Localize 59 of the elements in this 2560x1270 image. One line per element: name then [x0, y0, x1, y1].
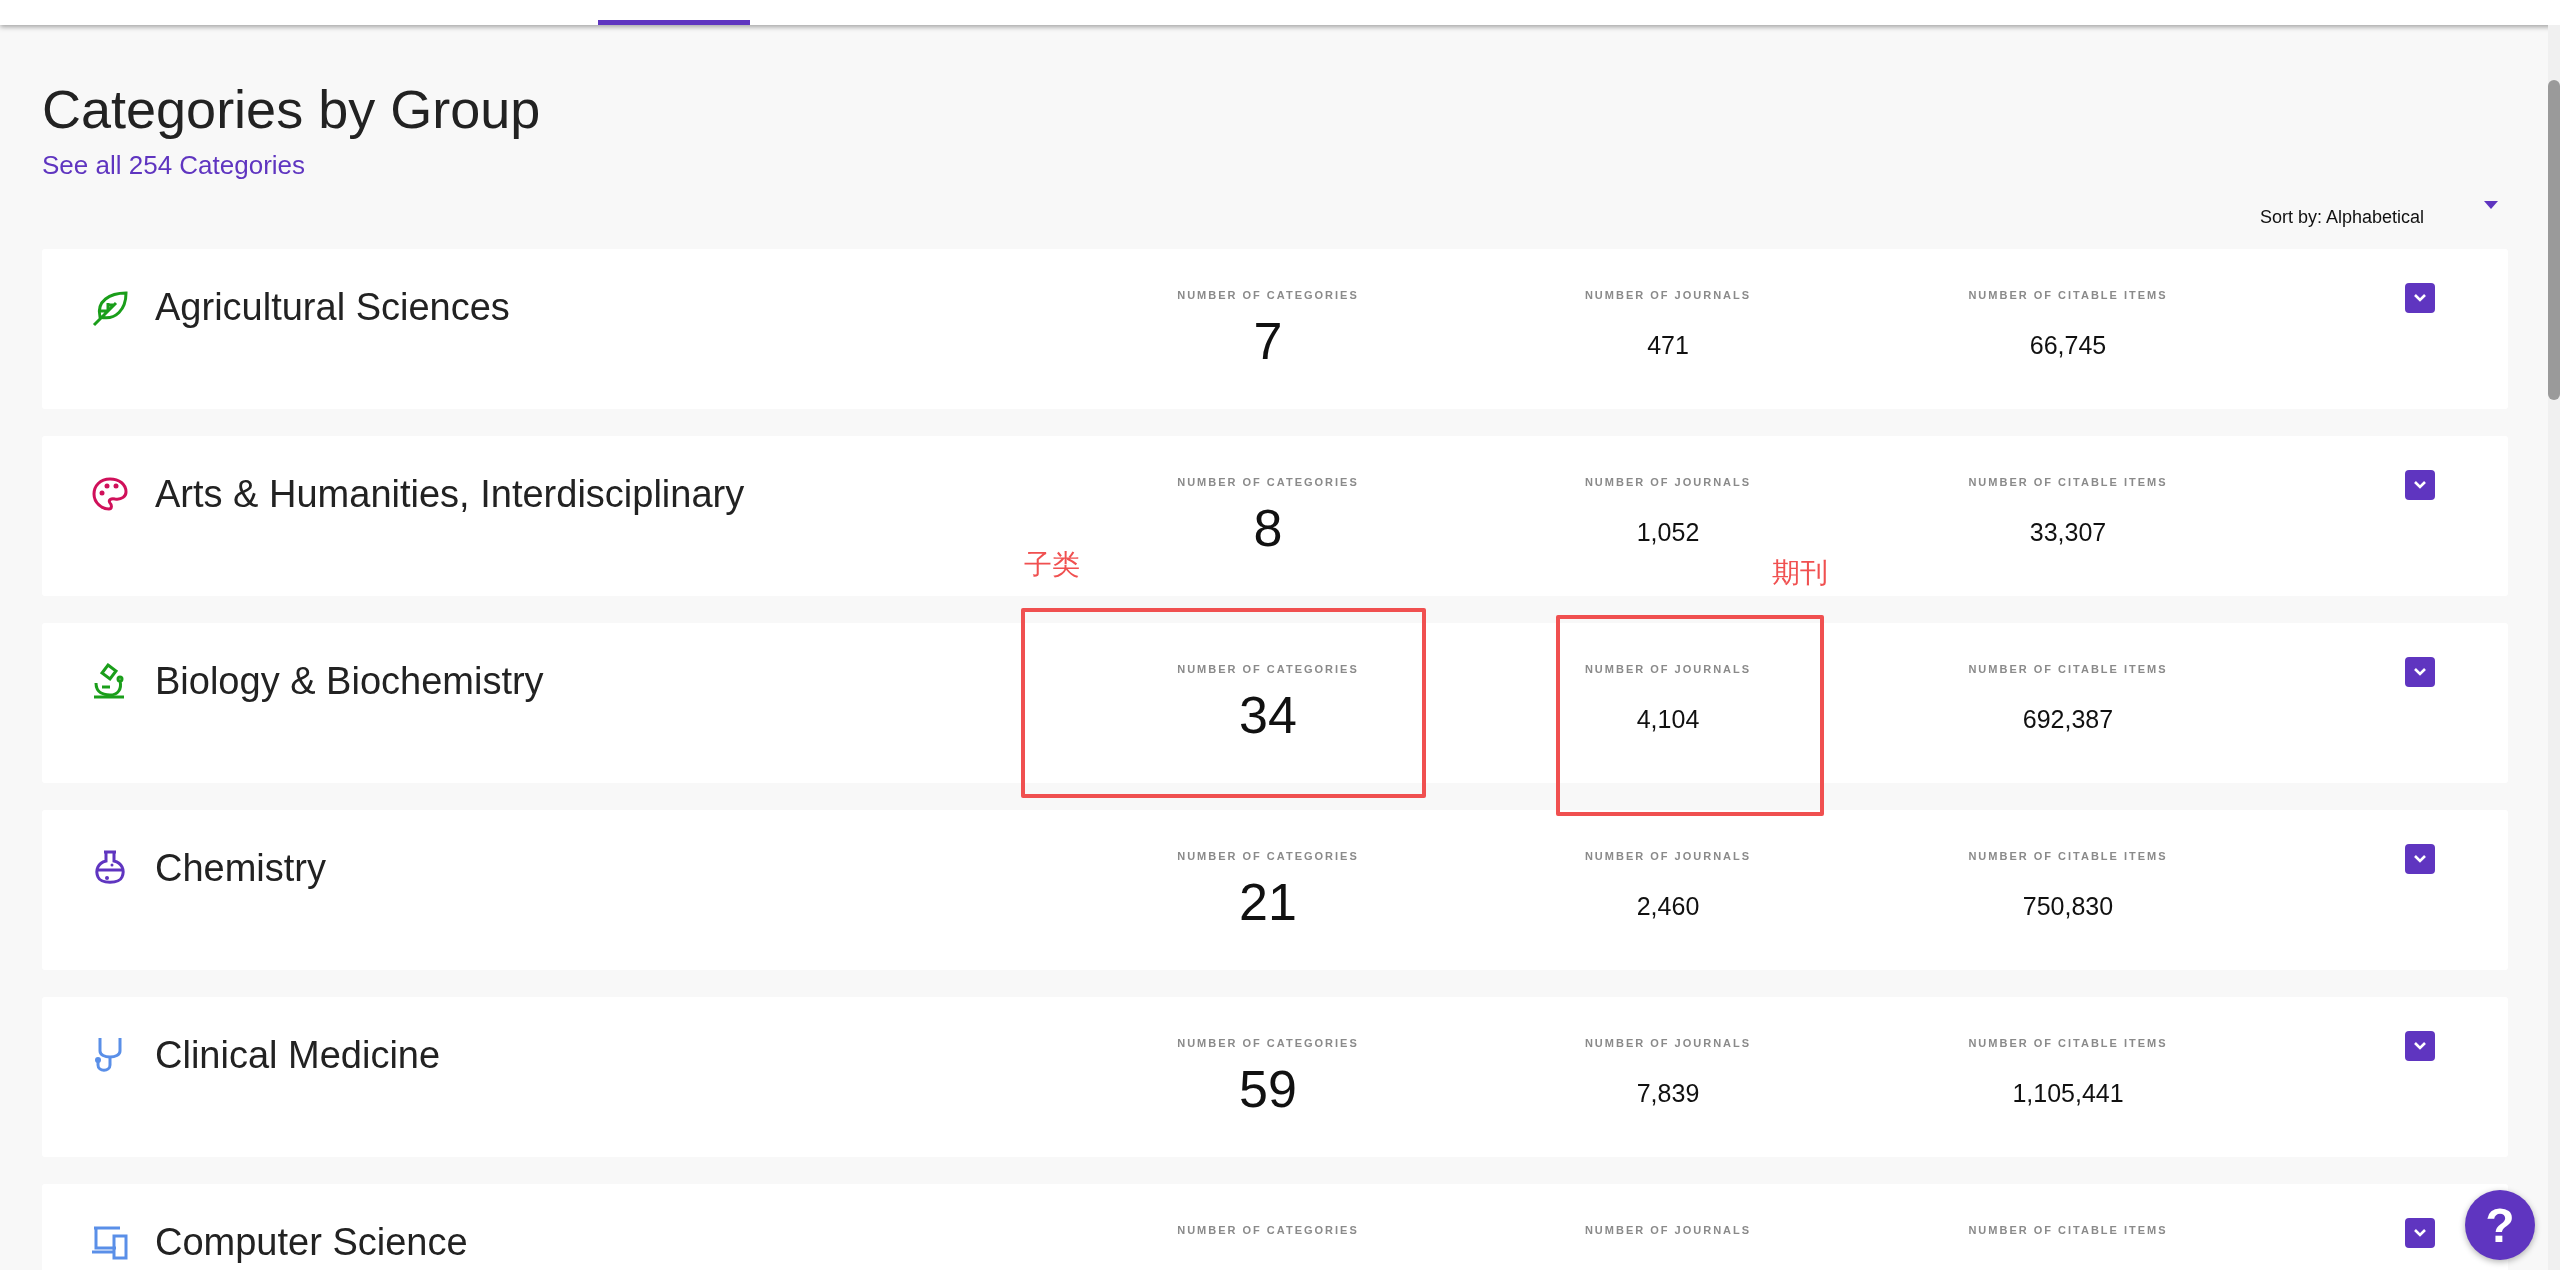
stat-label: NUMBER OF JOURNALS	[1584, 1037, 1752, 1049]
stat-label: NUMBER OF CITABLE ITEMS	[1968, 1224, 2168, 1236]
category-count: 8	[1253, 498, 1283, 558]
expand-button[interactable]	[2405, 1031, 2435, 1061]
stat-label: NUMBER OF JOURNALS	[1584, 289, 1752, 301]
expand-button[interactable]	[2405, 1218, 2435, 1248]
stat-label: NUMBER OF CATEGORIES	[1177, 850, 1359, 862]
stat-label: NUMBER OF CITABLE ITEMS	[1968, 1037, 2168, 1049]
group-name[interactable]: Biology & Biochemistry	[155, 662, 544, 700]
category-count: 21	[1239, 872, 1297, 932]
stat-label: NUMBER OF CATEGORIES	[1177, 289, 1359, 301]
journal-count: 4,104	[1636, 705, 1700, 734]
scrollbar[interactable]	[2548, 25, 2560, 1270]
category-count: 7	[1253, 311, 1283, 371]
citable-count: 1,105,441	[2012, 1079, 2124, 1108]
expand-button[interactable]	[2405, 470, 2435, 500]
citable-count: 750,830	[2022, 892, 2114, 921]
page-title: Categories by Group	[42, 78, 541, 141]
group-name[interactable]: Agricultural Sciences	[155, 288, 510, 326]
chevron-down-icon	[2413, 854, 2427, 864]
stat-label: NUMBER OF CITABLE ITEMS	[1968, 289, 2168, 301]
stat-label: NUMBER OF JOURNALS	[1584, 476, 1752, 488]
scroll-thumb[interactable]	[2548, 80, 2560, 400]
annotation-label: 期刊	[1772, 556, 1828, 590]
category-count: 59	[1239, 1059, 1297, 1119]
annotation-label: 子类	[1024, 548, 1080, 582]
see-all-link[interactable]: See all 254 Categories	[42, 149, 306, 181]
chevron-down-icon	[2413, 667, 2427, 677]
journal-count: 7,839	[1636, 1079, 1700, 1108]
stat-label: NUMBER OF CATEGORIES	[1177, 1037, 1359, 1049]
group-name[interactable]: Arts & Humanities, Interdisciplinary	[155, 475, 745, 513]
stat-label: NUMBER OF JOURNALS	[1584, 1224, 1752, 1236]
expand-button[interactable]	[2405, 283, 2435, 313]
chevron-down-icon	[2413, 1041, 2427, 1051]
citable-count: 33,307	[2029, 518, 2107, 547]
journal-count: 471	[1647, 331, 1689, 360]
stat-label: NUMBER OF CATEGORIES	[1177, 476, 1359, 488]
category-count: 34	[1239, 685, 1297, 745]
stat-label: NUMBER OF JOURNALS	[1584, 850, 1752, 862]
journal-count: 2,460	[1636, 892, 1700, 921]
sort-dropdown[interactable]: Sort by: Alphabetical	[2259, 207, 2424, 228]
stat-label: NUMBER OF JOURNALS	[1584, 663, 1752, 675]
group-name[interactable]: Computer Science	[155, 1223, 468, 1261]
citable-count: 692,387	[2022, 705, 2114, 734]
stat-label: NUMBER OF CITABLE ITEMS	[1968, 663, 2168, 675]
stat-label: NUMBER OF CITABLE ITEMS	[1968, 476, 2168, 488]
expand-button[interactable]	[2405, 657, 2435, 687]
stat-label: NUMBER OF CATEGORIES	[1177, 1224, 1359, 1236]
caret-icon[interactable]	[2484, 201, 2498, 209]
group-name[interactable]: Chemistry	[155, 849, 327, 887]
group-name[interactable]: Clinical Medicine	[155, 1036, 441, 1074]
chevron-down-icon	[2413, 480, 2427, 490]
journal-count: 1,052	[1636, 518, 1700, 547]
stat-label: NUMBER OF CATEGORIES	[1177, 663, 1359, 675]
chevron-down-icon	[2413, 1228, 2427, 1238]
chevron-down-icon	[2413, 293, 2427, 303]
citable-count: 66,745	[2029, 331, 2107, 360]
stat-label: NUMBER OF CITABLE ITEMS	[1968, 850, 2168, 862]
expand-button[interactable]	[2405, 844, 2435, 874]
